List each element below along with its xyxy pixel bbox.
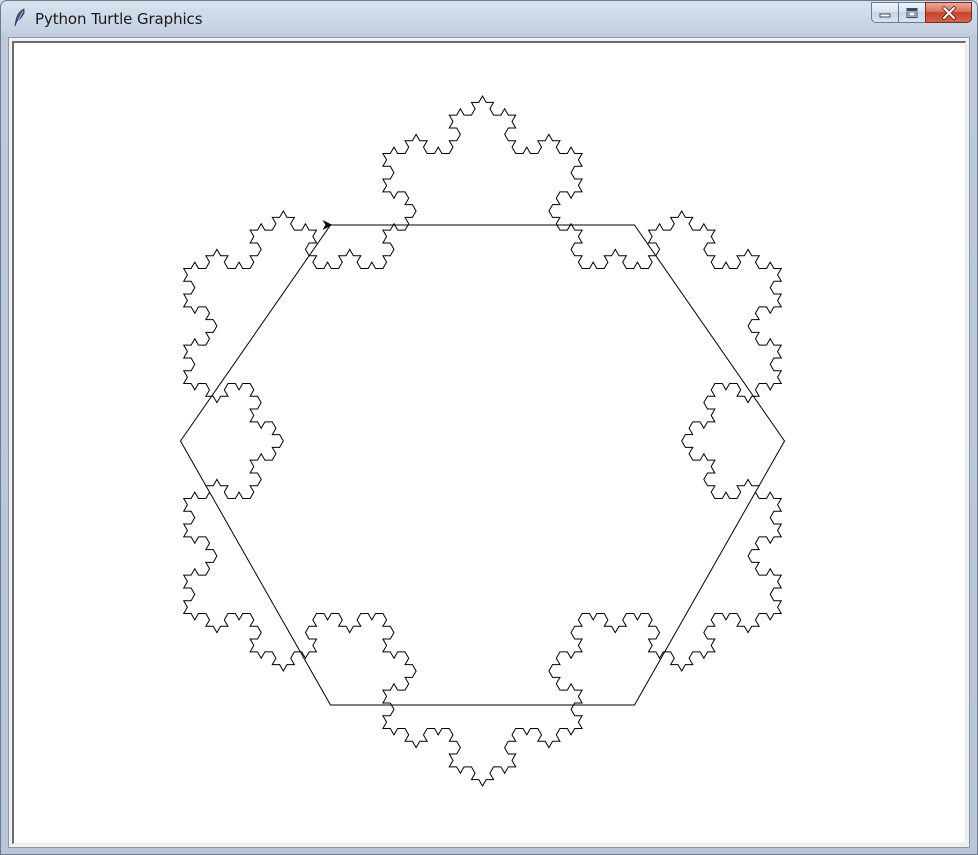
- minimize-button[interactable]: [871, 2, 898, 23]
- title-bar[interactable]: Python Turtle Graphics: [1, 1, 977, 37]
- app-window: Python Turtle Graphics: [0, 0, 978, 855]
- client-area: [8, 37, 970, 848]
- koch-outline: [179, 95, 786, 787]
- koch-fractal-drawing: [179, 95, 786, 787]
- maximize-icon: [906, 7, 918, 18]
- minimize-icon: [879, 13, 891, 17]
- window-title: Python Turtle Graphics: [35, 10, 203, 28]
- close-button[interactable]: [925, 2, 972, 23]
- maximize-button[interactable]: [898, 2, 925, 23]
- turtle-canvas[interactable]: [12, 41, 966, 844]
- caption-buttons: [871, 2, 972, 23]
- feather-icon[interactable]: [11, 8, 29, 28]
- close-icon: [941, 5, 956, 20]
